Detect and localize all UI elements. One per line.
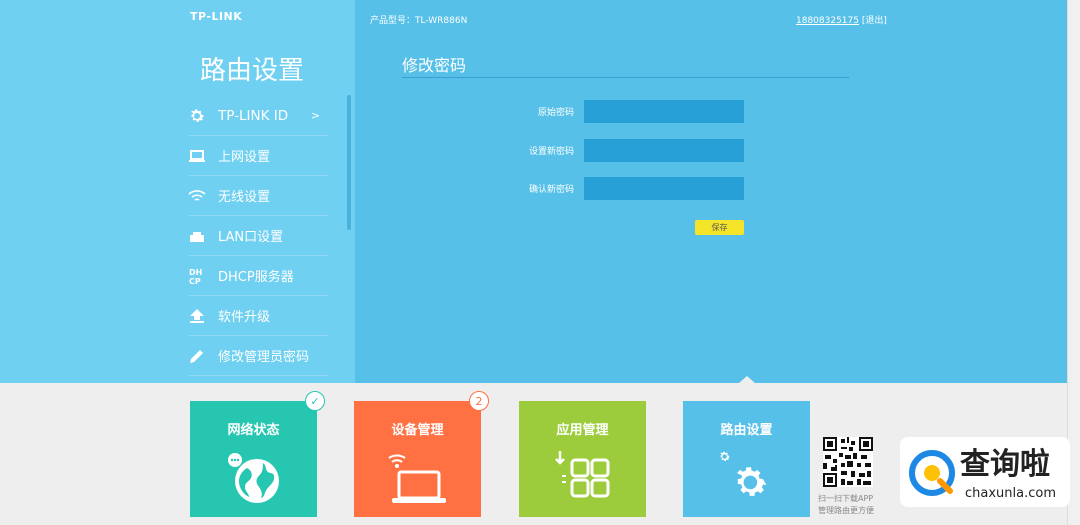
watermark-logo-icon xyxy=(909,450,955,496)
sidebar-item-internet[interactable]: 上网设置 xyxy=(188,136,328,176)
sidebar-item-upgrade[interactable]: 软件升级 xyxy=(188,296,328,336)
watermark-domain: chaxunla.com xyxy=(965,486,1056,501)
tile-device-management[interactable]: 2 设备管理 xyxy=(354,391,489,517)
logout-link[interactable]: [退出] xyxy=(862,16,887,26)
lan-port-icon xyxy=(188,229,218,243)
svg-text:DH: DH xyxy=(189,268,202,277)
form-row-new-password: 设置新密码 xyxy=(480,139,745,162)
apps-grid-icon xyxy=(519,443,646,513)
tp-link-logo: TP-LINK xyxy=(190,10,243,23)
sidebar-item-tplink-id[interactable]: TP-LINK ID > xyxy=(188,96,328,136)
wifi-icon xyxy=(188,188,218,204)
account-link[interactable]: 18808325175 xyxy=(796,16,859,26)
page-title: 修改密码 xyxy=(402,56,467,75)
sidebar-item-label: LAN口设置 xyxy=(218,230,284,245)
sidebar-item-lan[interactable]: LAN口设置 xyxy=(188,216,328,256)
tile-label: 应用管理 xyxy=(556,423,609,438)
tile-label: 路由设置 xyxy=(720,423,773,438)
new-password-input[interactable] xyxy=(584,139,744,162)
sidebar-scrollbar[interactable] xyxy=(347,95,351,230)
qr-code-icon xyxy=(823,437,873,487)
gears-icon xyxy=(683,443,810,513)
svg-text:CP: CP xyxy=(189,277,201,285)
sidebar-item-label: DHCP服务器 xyxy=(218,270,294,285)
sidebar-item-label: TP-LINK ID xyxy=(218,107,289,124)
sidebar-title: 路由设置 xyxy=(200,56,305,86)
sidebar-item-wireless[interactable]: 无线设置 xyxy=(188,176,328,216)
laptop-wifi-icon xyxy=(354,443,481,513)
gear-icon xyxy=(188,107,218,125)
tile-app-management[interactable]: 应用管理 xyxy=(519,401,646,517)
form-row-old-password: 原始密码 xyxy=(480,100,745,123)
account-area: 18808325175 [退出] xyxy=(796,13,887,26)
sidebar-item-label: 软件升级 xyxy=(218,310,271,325)
active-tile-pointer xyxy=(739,376,755,383)
sidebar-menu: TP-LINK ID > 上网设置 无线设置 LAN口设置 DH CP DHCP服… xyxy=(188,96,328,376)
qr-caption-line2: 管理路由更方便 xyxy=(818,506,874,515)
title-divider xyxy=(402,77,849,78)
form-row-confirm-password: 确认新密码 xyxy=(480,177,745,200)
sidebar-item-label: 上网设置 xyxy=(218,150,271,165)
field-label: 原始密码 xyxy=(537,108,574,118)
globe-icon xyxy=(190,443,317,513)
field-label: 确认新密码 xyxy=(528,185,574,195)
sidebar-item-admin-password[interactable]: 修改管理员密码 xyxy=(188,336,328,376)
upload-icon xyxy=(188,308,218,324)
confirm-password-input[interactable] xyxy=(584,177,744,200)
watermark: 查询啦 chaxunla.com xyxy=(900,437,1070,507)
old-password-input[interactable] xyxy=(584,100,744,123)
tile-label: 网络状态 xyxy=(227,423,280,438)
watermark-text: 查询啦 xyxy=(960,447,1050,482)
save-button[interactable]: 保存 xyxy=(695,220,744,235)
sidebar-item-label: 无线设置 xyxy=(218,190,271,205)
qr-caption: 扫一扫下载APP 管理路由更方便 xyxy=(818,493,874,517)
tile-network-status[interactable]: ✓ 网络状态 xyxy=(190,391,325,517)
tile-router-settings[interactable]: 路由设置 xyxy=(683,401,810,517)
field-label: 设置新密码 xyxy=(528,147,574,157)
pencil-icon xyxy=(188,347,218,365)
product-model: 产品型号：TL-WR886N xyxy=(370,16,468,26)
laptop-icon xyxy=(188,149,218,163)
check-badge-icon: ✓ xyxy=(305,391,325,411)
qr-caption-line1: 扫一扫下载APP xyxy=(818,494,874,503)
sidebar-item-label: 修改管理员密码 xyxy=(218,350,310,365)
chevron-right-icon: > xyxy=(310,109,320,122)
tile-label: 设备管理 xyxy=(391,423,444,438)
dhcp-icon: DH CP xyxy=(188,267,218,285)
sidebar-item-dhcp[interactable]: DH CP DHCP服务器 xyxy=(188,256,328,296)
count-badge: 2 xyxy=(469,391,489,411)
